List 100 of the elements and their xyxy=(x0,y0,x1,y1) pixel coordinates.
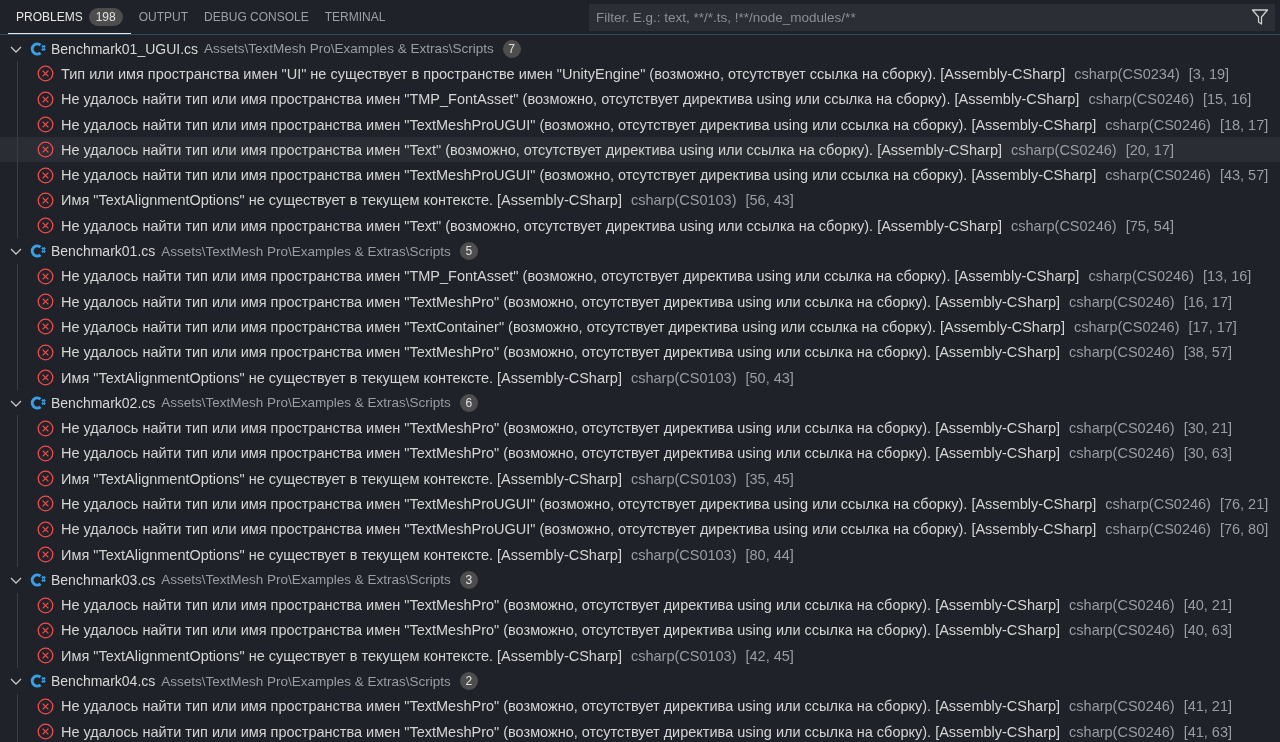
problem-count-badge: 2 xyxy=(459,672,478,691)
problem-row[interactable]: Тип или имя пространства имен "UI" не существует в пространстве имен "UnityEngine" (возможно, отсутствует ссылка на сборку). [Assembly-CSharp] csharp(CS0234) [3, 19] xyxy=(0,61,1280,87)
error-icon xyxy=(37,90,54,108)
line-position: [75, 54] xyxy=(1125,217,1174,234)
error-icon xyxy=(37,343,54,361)
error-code: csharp(CS0246) xyxy=(1011,217,1117,234)
problem-message: Не удалось найти тип или имя пространства имен "TMP_FontAsset" (возможно, отсутствует директива using или ссылка на сборку). [Assembly-CSharp] xyxy=(61,268,1080,285)
line-position: [3, 19] xyxy=(1188,65,1230,82)
line-position: [15, 16] xyxy=(1203,91,1252,108)
error-code: csharp(CS0246) xyxy=(1073,318,1180,335)
error-icon xyxy=(37,166,54,184)
error-icon xyxy=(37,318,54,336)
line-position: [13, 16] xyxy=(1203,268,1252,285)
line-position: [17, 17] xyxy=(1188,318,1237,335)
error-code: csharp(CS0246) xyxy=(1105,521,1211,538)
error-icon xyxy=(37,444,54,462)
error-code: csharp(CS0103) xyxy=(630,192,737,209)
problem-row[interactable]: Не удалось найти тип или имя пространства имен "TextMeshPro" (возможно, отсутствует директива using или ссылка на сборку). [Assembly-CSharp] csharp(CS0246) [38, 57] xyxy=(0,339,1280,365)
problem-row[interactable]: Не удалось найти тип или имя пространства имен "TextMeshPro" (возможно, отсутствует директива using или ссылка на сборку). [Assembly-CSharp] csharp(CS0246) [40, 63] xyxy=(0,617,1280,644)
error-code: csharp(CS0246) xyxy=(1069,293,1175,310)
problem-row[interactable]: Не удалось найти тип или имя пространства имен "TextMeshPro" (возможно, отсутствует директива using или ссылка на сборку). [Assembly-CSharp] csharp(CS0246) [41, 21] xyxy=(0,693,1280,719)
filter-icon[interactable] xyxy=(1251,8,1269,26)
problem-message: Не удалось найти тип или имя пространства имен "TextMeshProUGUI" (возможно, отсутствует директива using или ссылка на сборку). [Assembly-CSharp] xyxy=(61,521,1097,538)
file-name: Benchmark02.cs xyxy=(51,394,156,411)
problem-row[interactable]: Не удалось найти тип или имя пространства имен "TextMeshPro" (возможно, отсутствует директива using или ссылка на сборку). [Assembly-CSharp] csharp(CS0246) [16, 17] xyxy=(0,288,1280,315)
problem-row[interactable]: Имя "TextAlignmentOptions" не существует в текущем контексте. [Assembly-CSharp] csharp(CS0103) [42, 45] xyxy=(0,643,1280,669)
filter-field[interactable]: Filter. E.g.: text, **/*.ts, !**/node_modules/** xyxy=(589,3,1275,31)
panel-tab[interactable]: DEBUG CONSOLE xyxy=(196,0,317,34)
error-code: csharp(CS0246) xyxy=(1011,141,1117,158)
file-path: Assets\TextMesh Pro\Examples & Extras\Scripts xyxy=(161,673,451,689)
csharp-file-icon xyxy=(30,243,46,259)
error-code: csharp(CS0246) xyxy=(1069,344,1175,361)
problem-message: Не удалось найти тип или имя пространства имен "TextMeshPro" (возможно, отсутствует директива using или ссылка на сборку). [Assembly-CSharp] xyxy=(61,723,1061,740)
problem-row[interactable]: Не удалось найти тип или имя пространства имен "TMP_FontAsset" (возможно, отсутствует директива using или ссылка на сборку). [Assembly-CSharp] csharp(CS0246) [15, 16] xyxy=(0,86,1280,112)
error-icon xyxy=(37,723,54,741)
error-icon xyxy=(37,546,54,564)
problem-row[interactable]: Имя "TextAlignmentOptions" не существует в текущем контексте. [Assembly-CSharp] csharp(CS0103) [35, 45] xyxy=(0,466,1280,492)
problem-message: Имя "TextAlignmentOptions" не существует в текущем контексте. [Assembly-CSharp] xyxy=(61,470,622,487)
csharp-file-icon xyxy=(30,673,46,690)
problem-row[interactable]: Имя "TextAlignmentOptions" не существует в текущем контексте. [Assembly-CSharp] csharp(CS0103) [56, 43] xyxy=(0,187,1280,214)
line-position: [80, 44] xyxy=(745,546,794,563)
problem-message: Не удалось найти тип или имя пространства имен "Text" (возможно, отсутствует директива using или ссылка на сборку). [Assembly-CSharp] xyxy=(61,217,1003,234)
line-position: [18, 17] xyxy=(1219,116,1269,133)
line-position: [16, 17] xyxy=(1183,293,1233,310)
problem-row[interactable]: Не удалось найти тип или имя пространства имен "TextContainer" (возможно, отсутствует директива using или ссылка на сборку). [Assembly-CSharp] csharp(CS0246) [17, 17] xyxy=(0,314,1280,340)
error-icon xyxy=(37,293,54,311)
problem-message: Не удалось найти тип или имя пространства имен "TMP_FontAsset" (возможно, отсутствует директива using или ссылка на сборку). [Assembly-CSharp] xyxy=(61,91,1080,108)
problem-row[interactable]: Не удалось найти тип или имя пространства имен "TextMeshProUGUI" (возможно, отсутствует директива using или ссылка на сборку). [Assembly-CSharp] csharp(CS0246) [18, 17] xyxy=(0,111,1280,138)
problem-count-badge: 198 xyxy=(88,7,123,26)
error-icon xyxy=(37,217,54,235)
problem-message: Тип или имя пространства имен "UI" не существует в пространстве имен "UnityEngine" (возможно, отсутствует ссылка на сборку). [Assembly-CSharp] xyxy=(61,65,1066,82)
problem-message: Не удалось найти тип или имя пространства имен "TextMeshPro" (возможно, отсутствует директива using или ссылка на сборку). [Assembly-CSharp] xyxy=(61,344,1061,361)
error-code: csharp(CS0103) xyxy=(630,369,737,386)
error-code: csharp(CS0246) xyxy=(1088,268,1194,285)
error-code: csharp(CS0246) xyxy=(1105,167,1211,184)
problem-row[interactable]: Не удалось найти тип или имя пространства имен "TextMeshProUGUI" (возможно, отсутствует директива using или ссылка на сборку). [Assembly-CSharp] csharp(CS0246) [76, 80] xyxy=(0,516,1280,542)
error-icon xyxy=(37,495,54,513)
line-position: [42, 45] xyxy=(745,647,794,664)
problem-count-badge: 6 xyxy=(459,393,478,412)
panel-tab[interactable]: OUTPUT xyxy=(130,0,197,34)
error-icon xyxy=(37,647,54,665)
line-position: [30, 63] xyxy=(1183,445,1233,462)
error-icon xyxy=(37,596,54,614)
problem-row[interactable]: Не удалось найти тип или имя пространства имен "TextMeshProUGUI" (возможно, отсутствует директива using или ссылка на сборку). [Assembly-CSharp] csharp(CS0246) [43, 57] xyxy=(0,162,1280,188)
panel-tab[interactable]: PROBLEMS 198 xyxy=(8,0,131,34)
problem-message: Не удалось найти тип или имя пространства имен "TextMeshPro" (возможно, отсутствует директива using или ссылка на сборку). [Assembly-CSharp] xyxy=(61,420,1061,437)
line-position: [41, 21] xyxy=(1183,698,1233,715)
file-path: Assets\TextMesh Pro\Examples & Extras\Scripts xyxy=(161,395,451,411)
problem-message: Не удалось найти тип или имя пространства имен "Text" (возможно, отсутствует директива using или ссылка на сборку). [Assembly-CSharp] xyxy=(61,141,1003,158)
line-position: [20, 17] xyxy=(1125,141,1174,158)
error-icon xyxy=(37,419,54,437)
problem-row[interactable]: Не удалось найти тип или имя пространства имен "TextMeshPro" (возможно, отсутствует директива using или ссылка на сборку). [Assembly-CSharp] csharp(CS0246) [30, 63] xyxy=(0,440,1280,467)
line-position: [76, 21] xyxy=(1219,496,1269,512)
file-path: Assets\TextMesh Pro\Examples & Extras\Scripts xyxy=(161,572,451,588)
problem-message: Имя "TextAlignmentOptions" не существует в текущем контексте. [Assembly-CSharp] xyxy=(61,546,622,563)
problem-count-badge: 5 xyxy=(459,242,478,260)
error-code: csharp(CS0246) xyxy=(1069,622,1175,639)
problem-row[interactable]: Имя "TextAlignmentOptions" не существует в текущем контексте. [Assembly-CSharp] csharp(CS0103) [80, 44] xyxy=(0,541,1280,568)
error-icon xyxy=(37,191,54,209)
problem-message: Имя "TextAlignmentOptions" не существует в текущем контексте. [Assembly-CSharp] xyxy=(61,647,622,664)
error-code: csharp(CS0246) xyxy=(1105,116,1211,133)
error-icon xyxy=(37,369,54,386)
problem-row[interactable]: Не удалось найти тип или имя пространства имен "TextMeshPro" (возможно, отсутствует директива using или ссылка на сборку). [Assembly-CSharp] csharp(CS0246) [40, 21] xyxy=(0,592,1280,618)
error-code: csharp(CS0103) xyxy=(630,470,737,487)
problem-row[interactable]: Не удалось найти тип или имя пространства имен "TextMeshPro" (возможно, отсутствует директива using или ссылка на сборку). [Assembly-CSharp] csharp(CS0246) [41, 63] xyxy=(0,719,1280,742)
panel-tab[interactable]: TERMINAL xyxy=(316,0,394,34)
problem-message: Не удалось найти тип или имя пространства имен "TextMeshProUGUI" (возможно, отсутствует директива using или ссылка на сборку). [Assembly-CSharp] xyxy=(61,116,1097,133)
error-icon xyxy=(37,520,54,538)
problem-row[interactable]: Не удалось найти тип или имя пространства имен "TextMeshProUGUI" (возможно, отсутствует директива using или ссылка на сборку). [Assembly-CSharp] csharp(CS0246) [76, 21] xyxy=(0,491,1280,517)
problem-row[interactable]: Не удалось найти тип или имя пространства имен "Text" (возможно, отсутствует директива using или ссылка на сборку). [Assembly-CSharp] csharp(CS0246) [20, 17] xyxy=(0,137,1280,163)
error-code: csharp(CS0246) xyxy=(1088,91,1194,108)
error-code: csharp(CS0103) xyxy=(630,647,737,664)
csharp-file-icon xyxy=(30,394,46,411)
problem-row[interactable]: Имя "TextAlignmentOptions" не существует в текущем контексте. [Assembly-CSharp] csharp(CS0103) [50, 43] xyxy=(0,364,1280,391)
error-code: csharp(CS0246) xyxy=(1069,597,1175,614)
problem-row[interactable]: Не удалось найти тип или имя пространства имен "Text" (возможно, отсутствует директива using или ссылка на сборку). [Assembly-CSharp] csharp(CS0246) [75, 54] xyxy=(0,213,1280,239)
problem-row[interactable]: Не удалось найти тип или имя пространства имен "TextMeshPro" (возможно, отсутствует директива using или ссылка на сборку). [Assembly-CSharp] csharp(CS0246) [30, 21] xyxy=(0,415,1280,441)
csharp-file-icon xyxy=(30,40,46,57)
problem-count-badge: 7 xyxy=(502,39,521,58)
problem-row[interactable]: Не удалось найти тип или имя пространства имен "TMP_FontAsset" (возможно, отсутствует директива using или ссылка на сборку). [Assembly-CSharp] csharp(CS0246) [13, 16] xyxy=(0,263,1280,289)
